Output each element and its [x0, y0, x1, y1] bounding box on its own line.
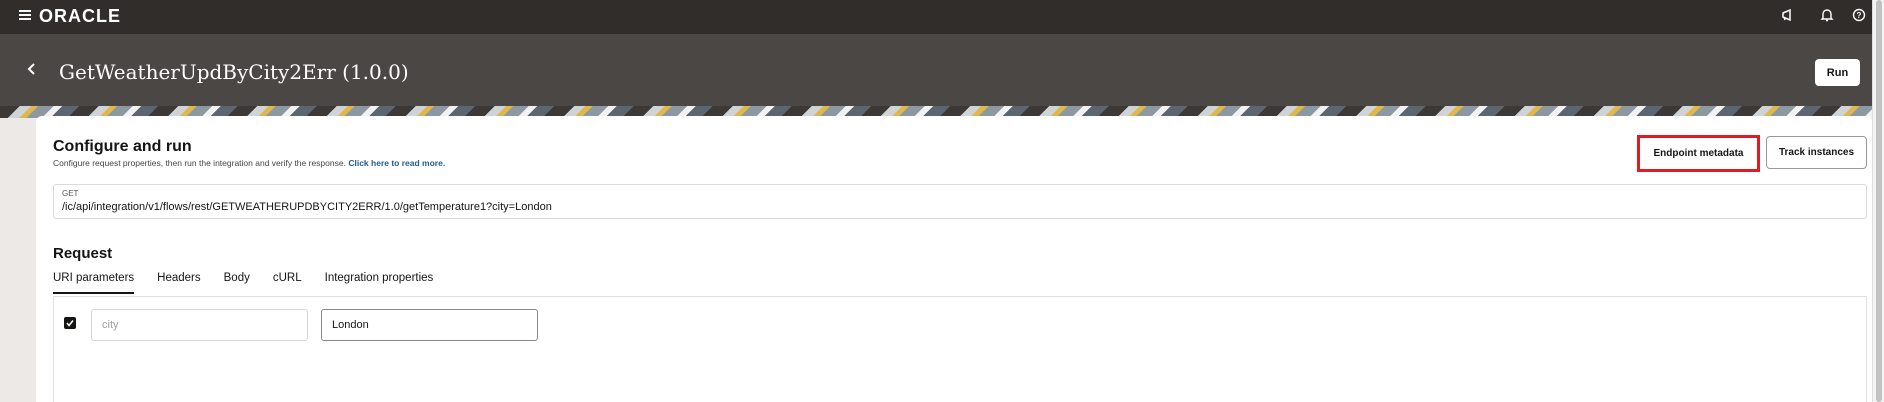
uri-parameters-panel	[53, 296, 1867, 402]
tab-uri-parameters[interactable]: URI parameters	[53, 272, 135, 294]
tab-curl[interactable]: cURL	[273, 272, 302, 294]
page-header: GetWeatherUpdByCity2Err (1.0.0) Run	[0, 34, 1872, 116]
menu-icon[interactable]	[19, 9, 31, 21]
help-icon[interactable]: ?	[1852, 8, 1868, 24]
page-title: GetWeatherUpdByCity2Err (1.0.0)	[59, 60, 409, 84]
endpoint-url-field[interactable]: GET /ic/api/integration/v1/flows/rest/GE…	[53, 184, 1867, 219]
param-enable-checkbox[interactable]	[64, 317, 76, 329]
configure-description: Configure request properties, then run t…	[53, 158, 446, 168]
bell-icon[interactable]	[1820, 8, 1836, 24]
param-name-input[interactable]	[91, 309, 308, 341]
tab-headers[interactable]: Headers	[157, 272, 200, 294]
read-more-link[interactable]: Click here to read more.	[348, 158, 445, 168]
endpoint-path: /ic/api/integration/v1/flows/rest/GETWEA…	[62, 201, 552, 213]
run-button[interactable]: Run	[1815, 59, 1860, 86]
param-value-input[interactable]	[321, 309, 538, 341]
configure-title: Configure and run	[53, 138, 192, 155]
track-instances-button[interactable]: Track instances	[1766, 136, 1867, 169]
background-panel	[0, 118, 36, 402]
page-scrollbar[interactable]	[1872, 0, 1884, 402]
announcement-icon[interactable]	[1781, 8, 1797, 24]
tab-integration-properties[interactable]: Integration properties	[325, 272, 434, 294]
oracle-logo: ORACLE	[39, 6, 121, 26]
scrollbar-thumb[interactable]	[1876, 0, 1882, 402]
request-title: Request	[53, 245, 113, 262]
svg-text:?: ?	[1857, 11, 1862, 20]
top-bar: ORACLE ?	[0, 0, 1872, 34]
configure-run-card: Configure and run Configure request prop…	[36, 116, 1872, 402]
http-method: GET	[62, 189, 79, 198]
request-tabs: URI parameters Headers Body cURL Integra…	[53, 272, 456, 294]
tab-body[interactable]: Body	[224, 272, 250, 294]
endpoint-metadata-button[interactable]: Endpoint metadata	[1637, 135, 1760, 172]
back-arrow-icon[interactable]	[22, 59, 42, 79]
